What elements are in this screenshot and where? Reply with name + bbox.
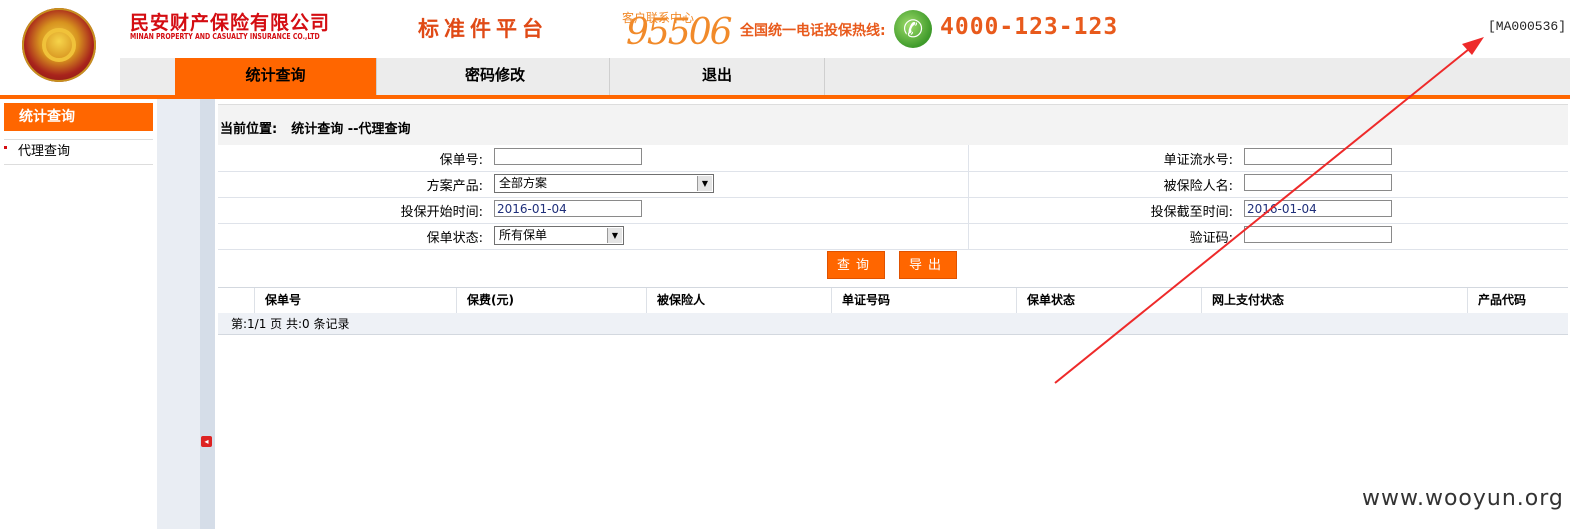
- platform-title: 标准件平台: [418, 17, 548, 41]
- column-header: 单证号码: [831, 288, 1021, 313]
- form-row: 投保开始时间: 2016-01-04 投保截至时间: 2016-01-04: [218, 197, 1568, 224]
- voucher-serial-input[interactable]: [1244, 148, 1392, 165]
- breadcrumb: 当前位置: 统计查询 --代理查询: [218, 104, 1568, 145]
- form-row: 保单状态: 所有保单 ▼ 验证码:: [218, 223, 1568, 250]
- hotline-number: 4000-123-123: [940, 14, 1119, 40]
- collapse-sidebar-icon[interactable]: ◂: [201, 436, 212, 447]
- policy-no-input[interactable]: [494, 148, 642, 165]
- voucher-serial-label: 单证流水号:: [1163, 153, 1233, 168]
- breadcrumb-path: 统计查询 --代理查询: [291, 122, 411, 137]
- column-header: 保费(元): [456, 288, 651, 313]
- tab-logout[interactable]: 退出: [610, 58, 825, 95]
- column-header: 保单状态: [1016, 288, 1206, 313]
- phone-icon: ✆: [894, 10, 932, 48]
- breadcrumb-prefix: 当前位置:: [220, 122, 278, 137]
- chevron-down-icon: ▼: [607, 228, 622, 243]
- column-header: 保单号: [254, 288, 464, 313]
- chevron-down-icon: ▼: [697, 176, 712, 191]
- tab-password[interactable]: 密码修改: [381, 58, 610, 95]
- product-label: 方案产品:: [426, 179, 483, 194]
- insured-name-label: 被保险人名:: [1163, 179, 1233, 194]
- results-table-header: 保单号 保费(元) 被保险人 单证号码 保单状态 网上支付状态 产品代码: [218, 287, 1568, 314]
- status-label: 保单状态:: [426, 231, 483, 246]
- start-date-label: 投保开始时间:: [400, 205, 483, 220]
- service-number: 95506: [626, 12, 733, 53]
- status-select-value: 所有保单: [499, 228, 548, 242]
- export-button[interactable]: 导出: [899, 251, 957, 279]
- account-id: [MA000536]: [1487, 19, 1566, 34]
- company-logo: [22, 8, 96, 82]
- column-header: 被保险人: [646, 288, 836, 313]
- watermark: www.wooyun.org: [1362, 486, 1564, 511]
- policy-no-label: 保单号:: [439, 153, 483, 168]
- column-header: 网上支付状态: [1201, 288, 1466, 313]
- product-select[interactable]: 全部方案 ▼: [494, 174, 714, 193]
- status-select[interactable]: 所有保单 ▼: [494, 226, 624, 245]
- form-row: 方案产品: 全部方案 ▼ 被保险人名:: [218, 171, 1568, 198]
- end-date-label: 投保截至时间:: [1150, 205, 1233, 220]
- form-row: 保单号: 单证流水号:: [218, 145, 1568, 172]
- nav-underline: [0, 95, 1570, 99]
- query-button[interactable]: 查询: [827, 251, 885, 279]
- captcha-input[interactable]: [1244, 226, 1392, 243]
- insured-name-input[interactable]: [1244, 174, 1392, 191]
- captcha-label: 验证码:: [1189, 231, 1233, 246]
- end-date-input[interactable]: 2016-01-04: [1244, 200, 1392, 217]
- sidebar-item-agent-query[interactable]: 代理查询: [4, 139, 153, 165]
- start-date-input[interactable]: 2016-01-04: [494, 200, 642, 217]
- tab-statistics[interactable]: 统计查询: [175, 58, 377, 95]
- sidebar: 统计查询 代理查询: [0, 99, 200, 529]
- top-nav: 统计查询 密码修改 退出: [0, 58, 1570, 95]
- header: 民安财产保险有限公司 MINAN PROPERTY AND CASUALTY I…: [0, 0, 1570, 82]
- sidebar-heading[interactable]: 统计查询: [4, 103, 153, 131]
- form-divider: [968, 145, 969, 249]
- sidebar-splitter[interactable]: [200, 99, 215, 529]
- column-header: 产品代码: [1467, 288, 1567, 313]
- product-select-value: 全部方案: [499, 176, 548, 190]
- company-name-en: MINAN PROPERTY AND CASUALTY INSURANCE CO…: [130, 32, 320, 41]
- pager-info: 第:1/1 页 共:0 条记录: [218, 313, 1568, 335]
- hotline-label: 全国统一电话投保热线:: [740, 23, 886, 39]
- company-name: 民安财产保险有限公司: [130, 12, 331, 34]
